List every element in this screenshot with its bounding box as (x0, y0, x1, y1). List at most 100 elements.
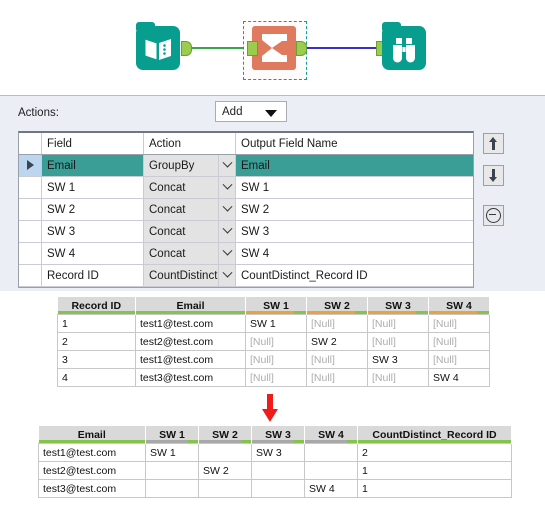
table-row[interactable]: test3@test.com SW 4 1 (38, 479, 512, 498)
table-row[interactable]: test2@test.com SW 2 1 (38, 461, 512, 480)
row-selector[interactable] (19, 242, 42, 265)
action-value: Concat (149, 203, 186, 216)
cell-output-field-name[interactable]: SW 4 (235, 242, 473, 265)
cell-output-field-name[interactable]: SW 1 (235, 176, 473, 199)
column-header-sw-3[interactable]: SW 3 (367, 297, 429, 315)
column-header-email[interactable]: Email (38, 426, 146, 444)
table-row[interactable]: SW 1 Concat SW 1 (19, 176, 473, 199)
row-selector[interactable] (19, 198, 42, 221)
chevron-down-icon[interactable] (218, 177, 235, 198)
table-row[interactable]: 2 test2@test.com [Null] SW 2 [Null] [Nul… (57, 332, 490, 351)
column-header-record-id[interactable]: Record ID (57, 297, 136, 315)
cell-sw-4: SW 4 (304, 479, 358, 498)
table-row[interactable]: SW 3 Concat SW 3 (19, 220, 473, 243)
connection-summarize-to-browse[interactable] (300, 47, 385, 49)
table-row[interactable]: Record ID CountDistinct CountDistinct_Re… (19, 264, 473, 287)
summarize-tool[interactable] (247, 26, 307, 72)
move-up-button[interactable] (483, 133, 504, 154)
cell-countdistinct-record-id: 2 (357, 443, 512, 462)
chevron-down-icon[interactable] (218, 221, 235, 242)
chevron-down-icon[interactable] (218, 155, 235, 176)
chevron-down-icon[interactable] (218, 199, 235, 220)
column-header-sw-1[interactable]: SW 1 (145, 426, 199, 444)
row-selector[interactable] (19, 176, 42, 199)
cell-output-field-name[interactable]: Email (235, 154, 473, 177)
row-selector[interactable] (19, 264, 42, 287)
table-row[interactable]: 1 test1@test.com SW 1 [Null] [Null] [Nul… (57, 314, 490, 333)
column-header-field[interactable]: Field (41, 133, 144, 155)
cell-action[interactable]: GroupBy (143, 154, 236, 177)
connection-input-to-summarize[interactable] (185, 47, 247, 49)
quality-bar (305, 440, 357, 443)
cell-countdistinct-record-id: 1 (357, 479, 512, 498)
column-header-sw-1[interactable]: SW 1 (245, 297, 307, 315)
column-header-sw-2[interactable]: SW 2 (306, 297, 368, 315)
table-row[interactable]: Email GroupBy Email (19, 154, 473, 177)
cell-email: test3@test.com (38, 479, 146, 498)
column-header-sw-4[interactable]: SW 4 (428, 297, 490, 315)
summarize-input-anchor[interactable] (247, 41, 258, 56)
cell-field[interactable]: SW 1 (41, 176, 144, 199)
cell-field[interactable]: SW 2 (41, 198, 144, 221)
chevron-down-icon[interactable] (218, 243, 235, 264)
cell-action[interactable]: Concat (143, 198, 236, 221)
cell-sw-1 (145, 479, 199, 498)
cell-sw-1: [Null] (245, 350, 307, 369)
input-output-anchor[interactable] (181, 41, 192, 56)
cell-sw-3: SW 3 (367, 350, 429, 369)
cell-sw-1: [Null] (245, 332, 307, 351)
actions-grid[interactable]: Field Action Output Field Name Email Gro… (18, 131, 474, 288)
table-row[interactable]: 4 test3@test.com [Null] [Null] [Null] SW… (57, 368, 490, 387)
column-header-action[interactable]: Action (143, 133, 236, 155)
remove-button[interactable] (483, 205, 504, 226)
browse-tool[interactable] (376, 22, 428, 72)
row-selector[interactable] (19, 220, 42, 243)
minus-circle-icon (486, 208, 501, 223)
summarize-output-anchor[interactable] (296, 41, 307, 56)
cell-action[interactable]: Concat (143, 176, 236, 199)
cell-field[interactable]: Email (41, 154, 144, 177)
workflow-canvas[interactable] (0, 0, 545, 95)
chevron-down-icon[interactable] (218, 265, 235, 286)
table-row[interactable]: 3 test1@test.com [Null] [Null] SW 3 [Nul… (57, 350, 490, 369)
table-row[interactable]: SW 2 Concat SW 2 (19, 198, 473, 221)
input-data-table[interactable]: Record ID Email SW 1 SW 2 SW 3 SW 4 1 te… (57, 297, 490, 387)
cell-email: test3@test.com (135, 368, 246, 387)
quality-bar (246, 311, 306, 314)
table-row[interactable]: test1@test.com SW 1 SW 3 2 (38, 443, 512, 462)
cell-output-field-name[interactable]: SW 3 (235, 220, 473, 243)
column-header-output-field-name[interactable]: Output Field Name (235, 133, 473, 155)
input-data-tool[interactable] (136, 22, 192, 72)
row-selector[interactable] (19, 154, 42, 177)
column-header-email[interactable]: Email (135, 297, 246, 315)
column-header-sw-3[interactable]: SW 3 (251, 426, 305, 444)
cell-action[interactable]: Concat (143, 220, 236, 243)
cell-countdistinct-record-id: 1 (357, 461, 512, 480)
cell-field[interactable]: SW 4 (41, 242, 144, 265)
cell-field[interactable]: SW 3 (41, 220, 144, 243)
cell-action[interactable]: Concat (143, 242, 236, 265)
column-header-sw-2[interactable]: SW 2 (198, 426, 252, 444)
cell-action[interactable]: CountDistinct (143, 264, 236, 287)
column-header-sw-4[interactable]: SW 4 (304, 426, 358, 444)
move-down-button[interactable] (483, 165, 504, 186)
cell-output-field-name[interactable]: SW 2 (235, 198, 473, 221)
cell-email: test1@test.com (135, 314, 246, 333)
table-row[interactable]: SW 4 Concat SW 4 (19, 242, 473, 265)
arrow-down-icon (489, 169, 498, 182)
action-value: Concat (149, 225, 186, 238)
cell-output-field-name[interactable]: CountDistinct_Record ID (235, 264, 473, 287)
cell-email: test2@test.com (135, 332, 246, 351)
column-header-countdistinct-record-id[interactable]: CountDistinct_Record ID (357, 426, 512, 444)
output-data-table[interactable]: Email SW 1 SW 2 SW 3 SW 4 CountDistinct_… (38, 426, 512, 498)
cell-sw-2: [Null] (306, 368, 368, 387)
book-icon (136, 22, 180, 70)
cell-field[interactable]: Record ID (41, 264, 144, 287)
quality-bar (38, 440, 145, 443)
action-value: Concat (149, 247, 186, 260)
add-action-dropdown[interactable]: Add (215, 101, 287, 122)
quality-bar (358, 440, 511, 443)
cell-email: test2@test.com (38, 461, 146, 480)
cell-sw-4: SW 4 (428, 368, 490, 387)
cell-sw-4: [Null] (428, 332, 490, 351)
